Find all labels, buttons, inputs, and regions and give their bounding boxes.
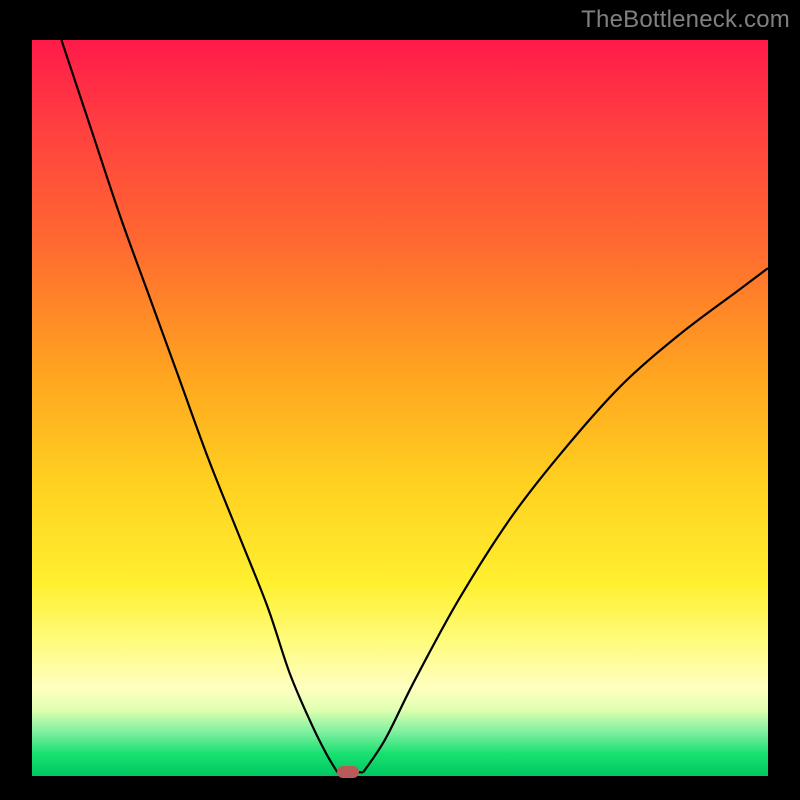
plot-area bbox=[32, 40, 768, 776]
chart-frame: TheBottleneck.com bbox=[0, 0, 800, 800]
right-curve-path bbox=[363, 268, 768, 772]
watermark-text: TheBottleneck.com bbox=[581, 6, 790, 34]
optimum-marker bbox=[337, 766, 359, 778]
curve-svg bbox=[32, 40, 768, 776]
left-curve-path bbox=[61, 40, 337, 772]
